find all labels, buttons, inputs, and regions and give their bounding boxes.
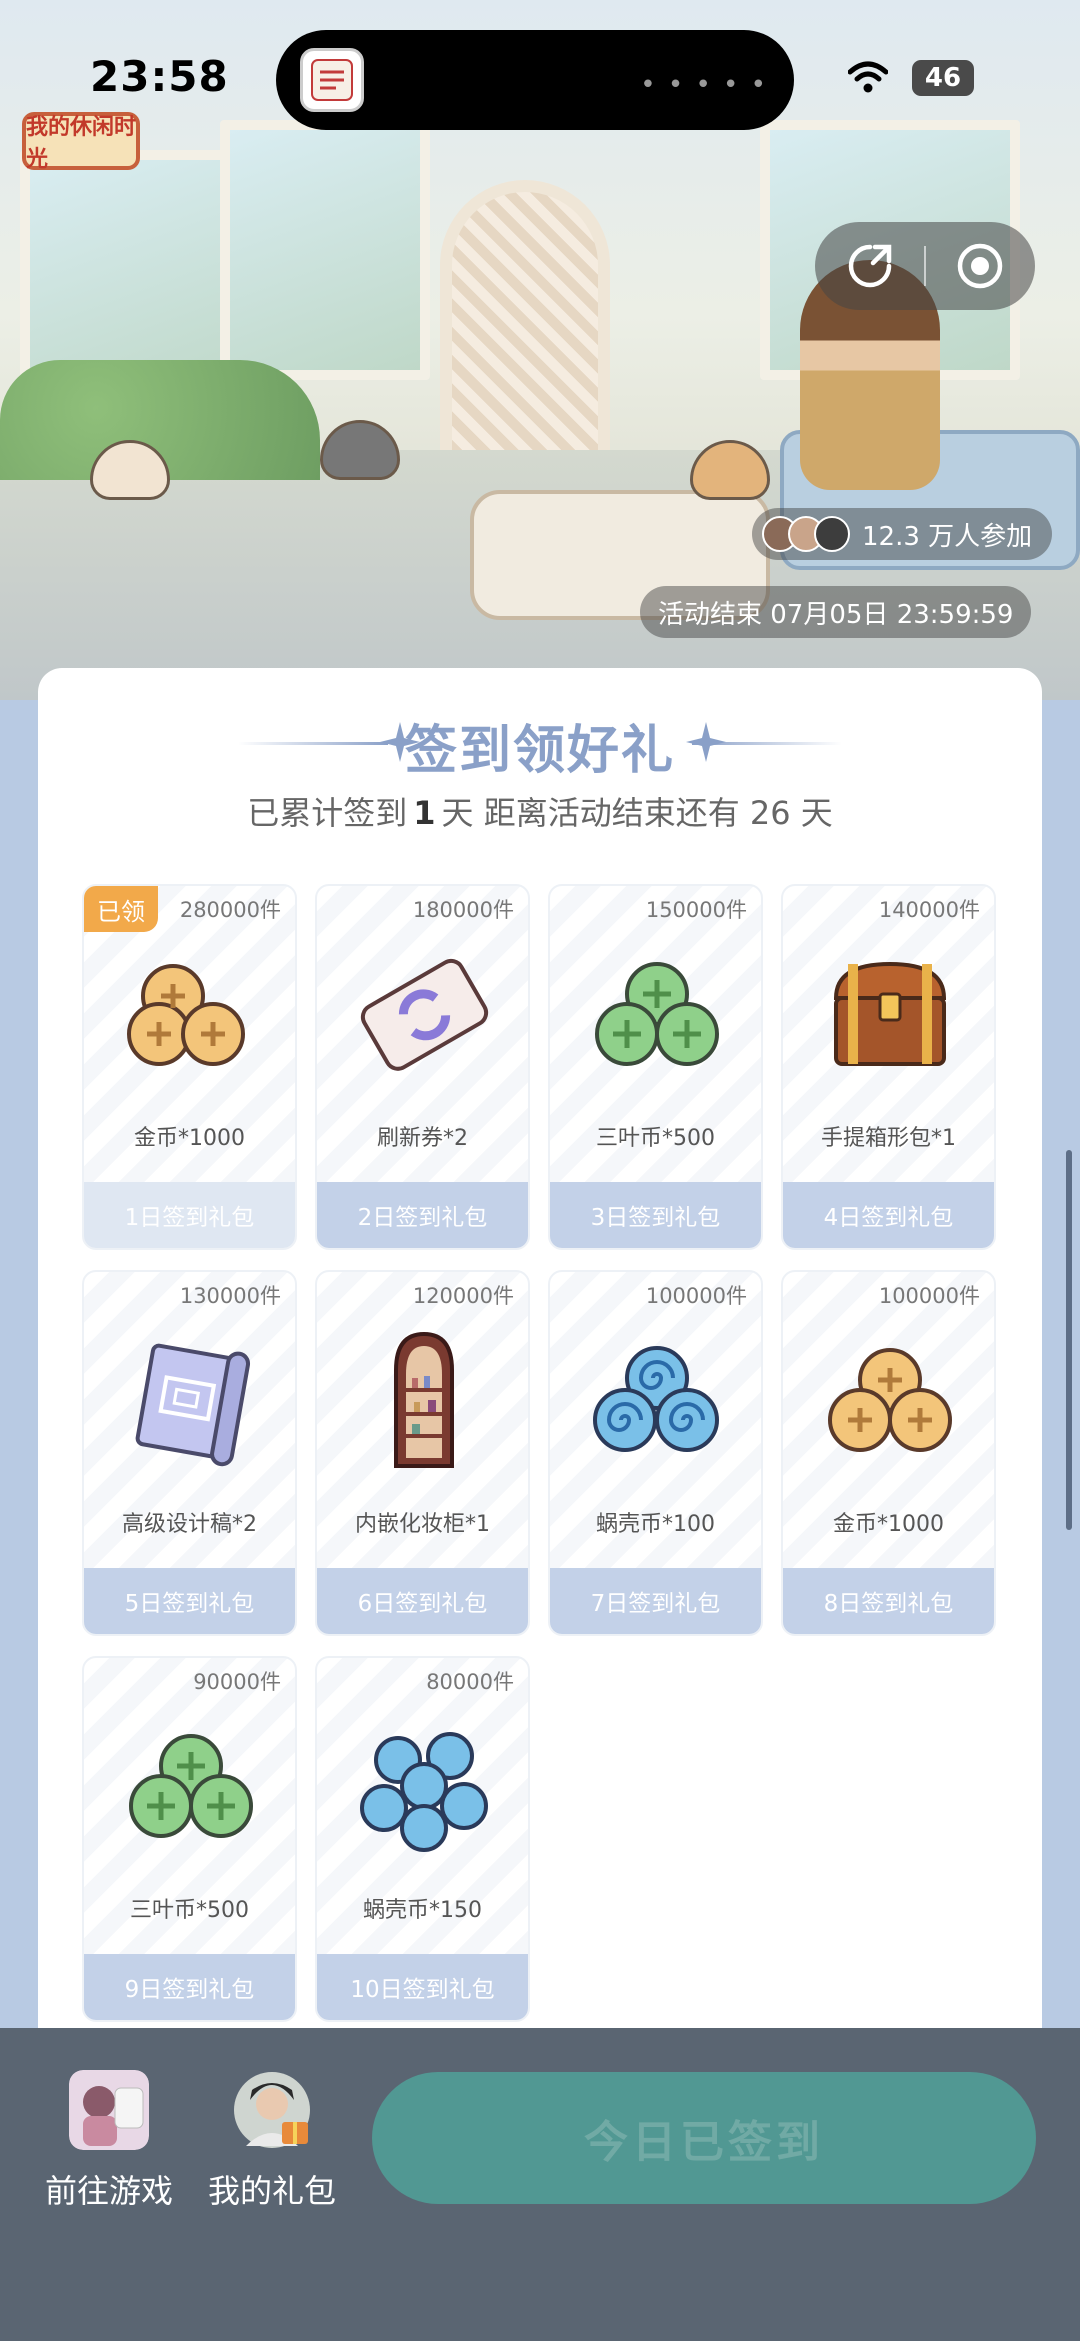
reward-tile-day8[interactable]: 100000件 金币*1000 8日签到礼包 [781,1270,996,1636]
reward-name: 蜗壳币*100 [596,1512,715,1537]
reward-day-label: 9日签到礼包 [84,1954,295,2020]
reward-stock: 120000件 [412,1284,514,1308]
checkin-progress: 已累计签到 1 天 距离活动结束还有 26 天 [38,788,1042,834]
reward-day-label: 4日签到礼包 [783,1182,994,1248]
reward-grid: 已领 280000件 金币*1000 1日签到礼包 180000件 刷新券*2 … [82,884,998,2022]
my-gifts-button[interactable]: 我的礼包 [197,2070,347,2212]
island-dots-icon: • • • • • [640,70,768,100]
reward-tile-day6[interactable]: 120000件 内嵌化妆柜*1 6日签到礼包 [315,1270,530,1636]
clover-coins-icon [595,962,719,1066]
reward-stock: 150000件 [645,898,747,922]
banner-arch-door [440,180,610,480]
reward-name: 金币*1000 [134,1126,245,1151]
reward-name: 金币*1000 [833,1512,944,1537]
banner-cat-tan [690,440,770,500]
dynamic-island: • • • • • [276,30,794,130]
signed-days: 1 [413,794,436,832]
progress-suffix: 天 距离活动结束还有 26 天 [441,794,833,832]
reward-name: 内嵌化妆柜*1 [355,1512,490,1537]
reward-tile-day9[interactable]: 90000件 三叶币*500 9日签到礼包 [82,1656,297,2022]
reward-day-label: 10日签到礼包 [317,1954,528,2020]
reward-day-label: 8日签到礼包 [783,1568,994,1634]
snail-coins-icon [360,1732,488,1852]
reward-name: 蜗壳币*150 [363,1898,482,1923]
reward-name: 三叶币*500 [130,1898,249,1923]
reward-day-label: 6日签到礼包 [317,1568,528,1634]
reward-stock: 80000件 [426,1670,514,1694]
reward-stock: 100000件 [645,1284,747,1308]
app-icon [300,48,364,112]
participants-badge: 12.3 万人参加 [752,508,1053,560]
close-miniprogram-button[interactable] [925,222,1035,310]
wifi-icon [848,61,888,93]
user-avatar-gift-icon [234,2072,310,2148]
reward-tile-day5[interactable]: 130000件 高级设计稿*2 5日签到礼包 [82,1270,297,1636]
reward-day-label: 2日签到礼包 [317,1182,528,1248]
reward-stock: 130000件 [179,1284,281,1308]
menu-capsule [815,222,1035,310]
page-title: 签到领好礼 [404,721,675,781]
share-icon [848,244,892,288]
battery-indicator: 46 [912,60,974,96]
reward-stock: 90000件 [193,1670,281,1694]
reward-tile-day2[interactable]: 180000件 刷新券*2 2日签到礼包 [315,884,530,1250]
blueprint-scroll-icon [135,1343,251,1467]
game-logo: 我的休闲时光 [22,112,140,172]
share-button[interactable] [815,222,925,310]
reward-tile-day4[interactable]: 140000件 手提箱形包*1 4日签到礼包 [781,884,996,1250]
event-end-time: 活动结束 07月05日 23:59:59 [640,586,1032,638]
refresh-ticket-icon [360,958,489,1071]
reward-tile-day1[interactable]: 已领 280000件 金币*1000 1日签到礼包 [82,884,297,1250]
treasure-chest-icon [833,961,947,1066]
claimed-badge: 已领 [84,886,158,932]
go-to-game-label: 前往游戏 [44,2172,173,2210]
bottom-bar: 前往游戏 我的礼包 今日已签到 [0,2028,1080,2341]
banner-cat-grey [320,420,400,480]
reward-name: 高级设计稿*2 [122,1512,257,1537]
vanity-cabinet-icon [394,1331,454,1468]
capsule-divider [924,246,926,286]
checkin-card: 签到领好礼 已累计签到 1 天 距离活动结束还有 26 天 已领 280000件 金… [38,668,1042,2138]
reward-tile-day7[interactable]: 100000件 蜗壳币*100 7日签到礼包 [548,1270,763,1636]
my-gifts-label: 我的礼包 [207,2172,336,2210]
gold-coins-icon [127,964,245,1066]
reward-day-label: 5日签到礼包 [84,1568,295,1634]
reward-day-label: 3日签到礼包 [550,1182,761,1248]
gold-coins-icon [828,1348,952,1452]
progress-prefix: 已累计签到 [247,794,408,832]
reward-name: 刷新券*2 [377,1126,468,1151]
signed-in-today-button[interactable]: 今日已签到 [372,2072,1036,2204]
avatar [814,516,850,552]
reward-tile-day3[interactable]: 150000件 三叶币*500 3日签到礼包 [548,884,763,1250]
reward-name: 三叶币*500 [596,1126,715,1151]
reward-stock: 140000件 [878,898,980,922]
snail-coins-icon [593,1346,719,1452]
reward-day-label: 7日签到礼包 [550,1568,761,1634]
reward-tile-day10[interactable]: 80000件 蜗壳币*150 10日签到礼包 [315,1656,530,2022]
reward-stock: 280000件 [179,898,281,922]
reward-day-label: 1日签到礼包 [84,1182,295,1248]
reward-stock: 100000件 [878,1284,980,1308]
reward-stock: 180000件 [412,898,514,922]
participants-count: 12.3 万人参加 [862,521,1033,552]
scrollbar[interactable] [1066,1150,1072,1530]
banner-window-center [220,120,430,380]
game-avatar-icon [69,2070,149,2150]
reward-name: 手提箱形包*1 [821,1126,956,1151]
status-time: 23:58 [90,52,229,101]
clover-coins-icon [129,1734,253,1838]
go-to-game-button[interactable]: 前往游戏 [34,2070,184,2212]
record-target-icon [957,243,1003,289]
